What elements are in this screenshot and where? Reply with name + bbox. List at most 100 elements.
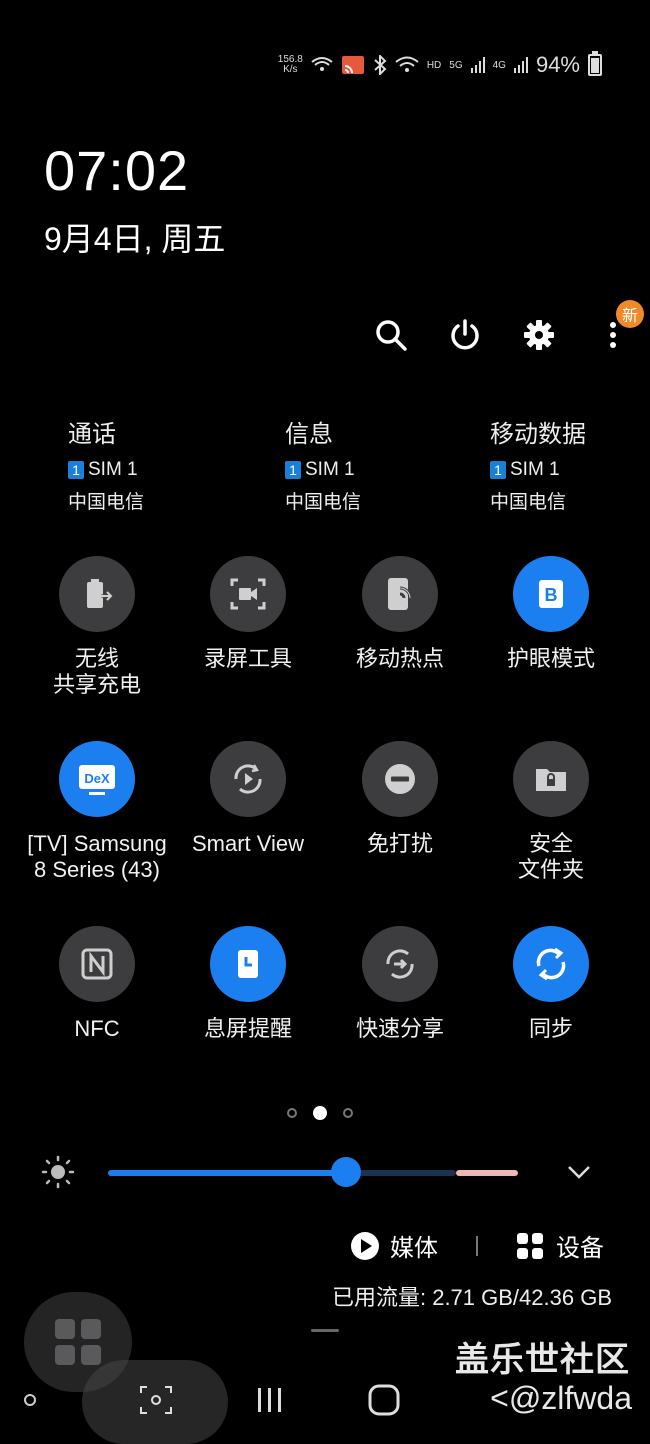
tile-nfc[interactable]: NFC xyxy=(22,926,172,1042)
svg-text:DeX: DeX xyxy=(84,771,110,786)
battery-icon xyxy=(588,51,602,76)
network-5g-label: 5G xyxy=(449,59,463,71)
page-indicator xyxy=(287,1106,353,1120)
power-button[interactable] xyxy=(448,318,482,352)
mobile-hotspot-icon xyxy=(388,578,412,610)
secure-folder-icon xyxy=(536,769,566,791)
sim-slot: 1 SIM 1 xyxy=(490,459,650,481)
tile-label: 移动热点 xyxy=(355,646,444,671)
new-badge: 新 xyxy=(616,300,644,328)
more-options-button[interactable]: 新 xyxy=(596,300,644,352)
panel-handle[interactable] xyxy=(311,1329,339,1332)
page-dot[interactable] xyxy=(343,1108,353,1118)
divider xyxy=(476,1235,478,1256)
sync-icon xyxy=(536,947,566,981)
network-speed: 156.8 K/s xyxy=(278,55,303,75)
tile-label: 安全 文件夹 xyxy=(517,831,584,882)
nav-dot-icon[interactable] xyxy=(24,1394,36,1406)
settings-button[interactable] xyxy=(522,318,556,352)
wifi-icon xyxy=(395,56,419,72)
status-bar: 156.8 K/s HD 5G 4G 94% xyxy=(278,51,602,78)
brightness-track-high xyxy=(456,1170,518,1176)
tile-sync[interactable]: 同步 xyxy=(476,926,626,1042)
bluetooth-icon xyxy=(374,55,387,75)
power-icon xyxy=(451,319,479,350)
battery-percent: 94% xyxy=(535,52,580,77)
sim-title: 移动数据 xyxy=(490,421,586,448)
screen-recorder-icon xyxy=(230,578,266,610)
brightness-track xyxy=(345,1170,456,1176)
sim-carrier: 中国电信 xyxy=(490,492,567,513)
tile-do-not-disturb[interactable]: 免打扰 xyxy=(325,741,475,857)
tile-quick-share[interactable]: 快速分享 xyxy=(325,926,475,1042)
search-button[interactable] xyxy=(374,318,408,352)
tile-icon-circle xyxy=(513,926,589,1002)
media-devices-row: 媒体 设备 xyxy=(350,1228,604,1263)
clock-time: 07:02 xyxy=(44,139,190,202)
tile-mobile-hotspot[interactable]: 移动热点 xyxy=(325,556,475,672)
cast-icon xyxy=(341,56,364,74)
quick-share-icon xyxy=(386,949,414,979)
signal-5g-icon xyxy=(470,57,485,73)
tile-icon-circle xyxy=(210,556,286,632)
wifi-calling-icon xyxy=(311,57,333,71)
tile-label: [TV] Samsung 8 Series (43) xyxy=(27,831,167,882)
dex-icon: DeX xyxy=(79,765,115,795)
search-icon xyxy=(376,320,407,351)
tile-label: 息屏提醒 xyxy=(203,1016,292,1041)
tile-wireless-powershare[interactable]: 无线 共享充电 xyxy=(22,556,172,698)
eye-comfort-icon: B xyxy=(539,580,563,608)
tile-icon-circle xyxy=(59,926,135,1002)
devices-button[interactable]: 设备 xyxy=(516,1228,604,1263)
tile-icon-circle xyxy=(210,741,286,817)
tile-label: NFC xyxy=(74,1016,120,1041)
sim-mobile-data[interactable]: 移动数据 1 SIM 1 中国电信 xyxy=(490,414,650,514)
tile-label: 护眼模式 xyxy=(506,646,595,671)
media-button[interactable]: 媒体 xyxy=(350,1228,438,1263)
tile-icon-circle xyxy=(362,741,438,817)
sim-label: SIM 1 xyxy=(305,459,355,480)
tile-icon-circle xyxy=(362,556,438,632)
do-not-disturb-icon xyxy=(385,764,415,794)
brightness-icon xyxy=(41,1155,75,1189)
tile-always-on-display[interactable]: 息屏提醒 xyxy=(173,926,323,1042)
page-dot[interactable] xyxy=(287,1108,297,1118)
sim-call[interactable]: 通话 1 SIM 1 中国电信 xyxy=(68,414,248,514)
signal-4g-icon xyxy=(513,57,528,73)
tile-icon-circle: DeX xyxy=(59,741,135,817)
page-dot-active[interactable] xyxy=(313,1106,327,1120)
tile-label: 免打扰 xyxy=(366,831,433,856)
tile-eye-comfort[interactable]: B 护眼模式 xyxy=(476,556,626,672)
clock-date: 9月4日, 周五 xyxy=(44,221,226,257)
svg-text:B: B xyxy=(545,585,558,605)
media-label: 媒体 xyxy=(390,1235,438,1262)
hd-voice-label: HD xyxy=(426,59,442,71)
smart-view-icon xyxy=(234,764,262,794)
network-4g-label: 4G xyxy=(492,59,506,71)
network-speed-unit: K/s xyxy=(283,64,298,75)
tile-label: Smart View xyxy=(191,831,305,856)
tile-secure-folder[interactable]: 安全 文件夹 xyxy=(476,741,626,883)
gear-icon xyxy=(524,320,554,350)
tile-label: 同步 xyxy=(528,1016,573,1041)
wireless-powershare-icon xyxy=(87,579,114,608)
screenshot-capture-icon[interactable] xyxy=(138,1384,174,1416)
brightness-slider[interactable] xyxy=(40,1155,620,1189)
sim-messages[interactable]: 信息 1 SIM 1 中国电信 xyxy=(285,414,465,514)
tile-smart-view[interactable]: Smart View xyxy=(173,741,323,857)
home-icon[interactable] xyxy=(366,1382,402,1418)
tile-screen-recorder[interactable]: 录屏工具 xyxy=(173,556,323,672)
chevron-down-icon[interactable] xyxy=(566,1162,592,1182)
recent-apps-icon[interactable] xyxy=(254,1384,286,1416)
brightness-track-fill xyxy=(108,1170,346,1176)
app-grid-square xyxy=(81,1319,101,1339)
tile-icon-circle xyxy=(210,926,286,1002)
tile-icon-circle xyxy=(362,926,438,1002)
always-on-display-icon xyxy=(238,950,258,978)
app-grid-square xyxy=(55,1319,75,1339)
sim-title: 信息 xyxy=(285,421,333,448)
sim-label: SIM 1 xyxy=(510,459,560,480)
data-usage-text[interactable]: 已用流量: 2.71 GB/42.36 GB xyxy=(332,1280,612,1312)
tile-dex-tv[interactable]: DeX [TV] Samsung 8 Series (43) xyxy=(22,741,172,883)
brightness-knob[interactable] xyxy=(330,1157,361,1187)
